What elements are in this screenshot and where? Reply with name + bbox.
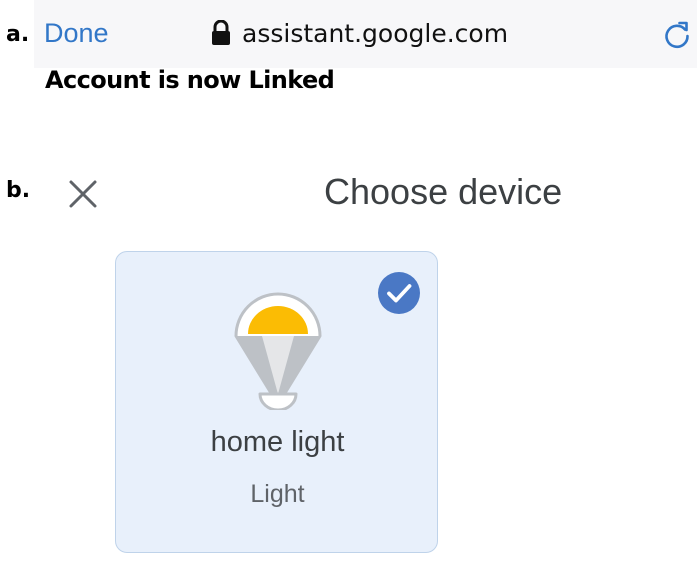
account-linked-message: Account is now Linked [45,66,335,94]
browser-address-bar: Done assistant.google.com [34,0,697,68]
panel-b-label: b. [6,178,31,203]
panel-a-label: a. [6,22,30,47]
url-display[interactable]: assistant.google.com [210,20,508,46]
device-name: home light [210,426,345,458]
device-card-home-light[interactable]: home light Light [115,251,438,553]
checkmark-icon [378,272,420,314]
url-text: assistant.google.com [242,18,509,48]
light-bulb-icon [234,292,322,410]
dialog-title: Choose device [324,171,563,212]
done-button[interactable]: Done [44,20,109,47]
reload-icon[interactable] [662,20,692,50]
device-type: Light [250,480,305,508]
close-icon[interactable] [68,179,98,209]
lock-icon [212,20,230,45]
